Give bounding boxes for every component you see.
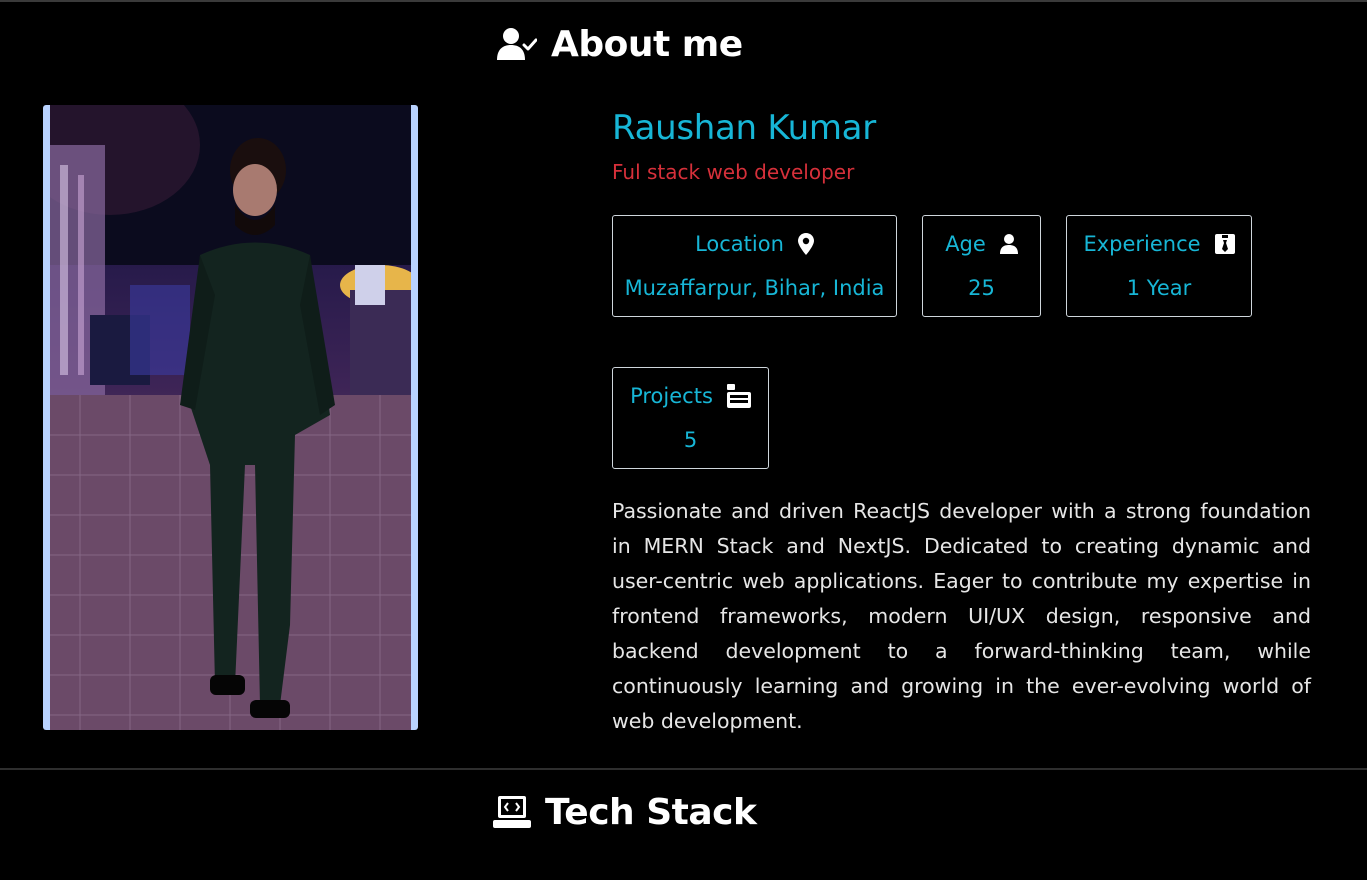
experience-value: 1 Year (1126, 276, 1192, 300)
age-label: Age (945, 232, 986, 256)
age-value: 25 (968, 276, 995, 300)
user-check-icon (497, 27, 537, 61)
location-label: Location (695, 232, 784, 256)
section-divider (0, 768, 1367, 770)
profile-photo-frame (43, 105, 418, 730)
tech-stack-heading: Tech Stack (493, 790, 757, 834)
experience-label: Experience (1083, 232, 1201, 256)
age-card: Age 25 (922, 215, 1041, 317)
experience-card: Experience 1 Year (1066, 215, 1252, 317)
id-badge-icon (1214, 234, 1235, 254)
about-heading-text: About me (551, 23, 743, 65)
user-icon (999, 234, 1018, 254)
tech-stack-heading-text: Tech Stack (545, 791, 757, 833)
profile-name: Raushan Kumar (612, 108, 876, 148)
projects-value: 5 (683, 428, 698, 452)
profile-photo (50, 105, 411, 730)
top-divider (0, 0, 1367, 2)
location-card: Location Muzaffarpur, Bihar, India (612, 215, 897, 317)
projects-label: Projects (630, 384, 713, 408)
profile-role: Ful stack web developer (612, 160, 855, 184)
bio-paragraph: Passionate and driven ReactJS developer … (612, 499, 1311, 733)
map-pin-icon (797, 233, 814, 255)
projects-card: Projects 5 (612, 367, 769, 469)
about-section-heading: About me (497, 22, 743, 66)
project-diagram-icon (726, 384, 751, 408)
location-value: Muzaffarpur, Bihar, India (624, 276, 885, 300)
laptop-code-icon (493, 796, 531, 828)
